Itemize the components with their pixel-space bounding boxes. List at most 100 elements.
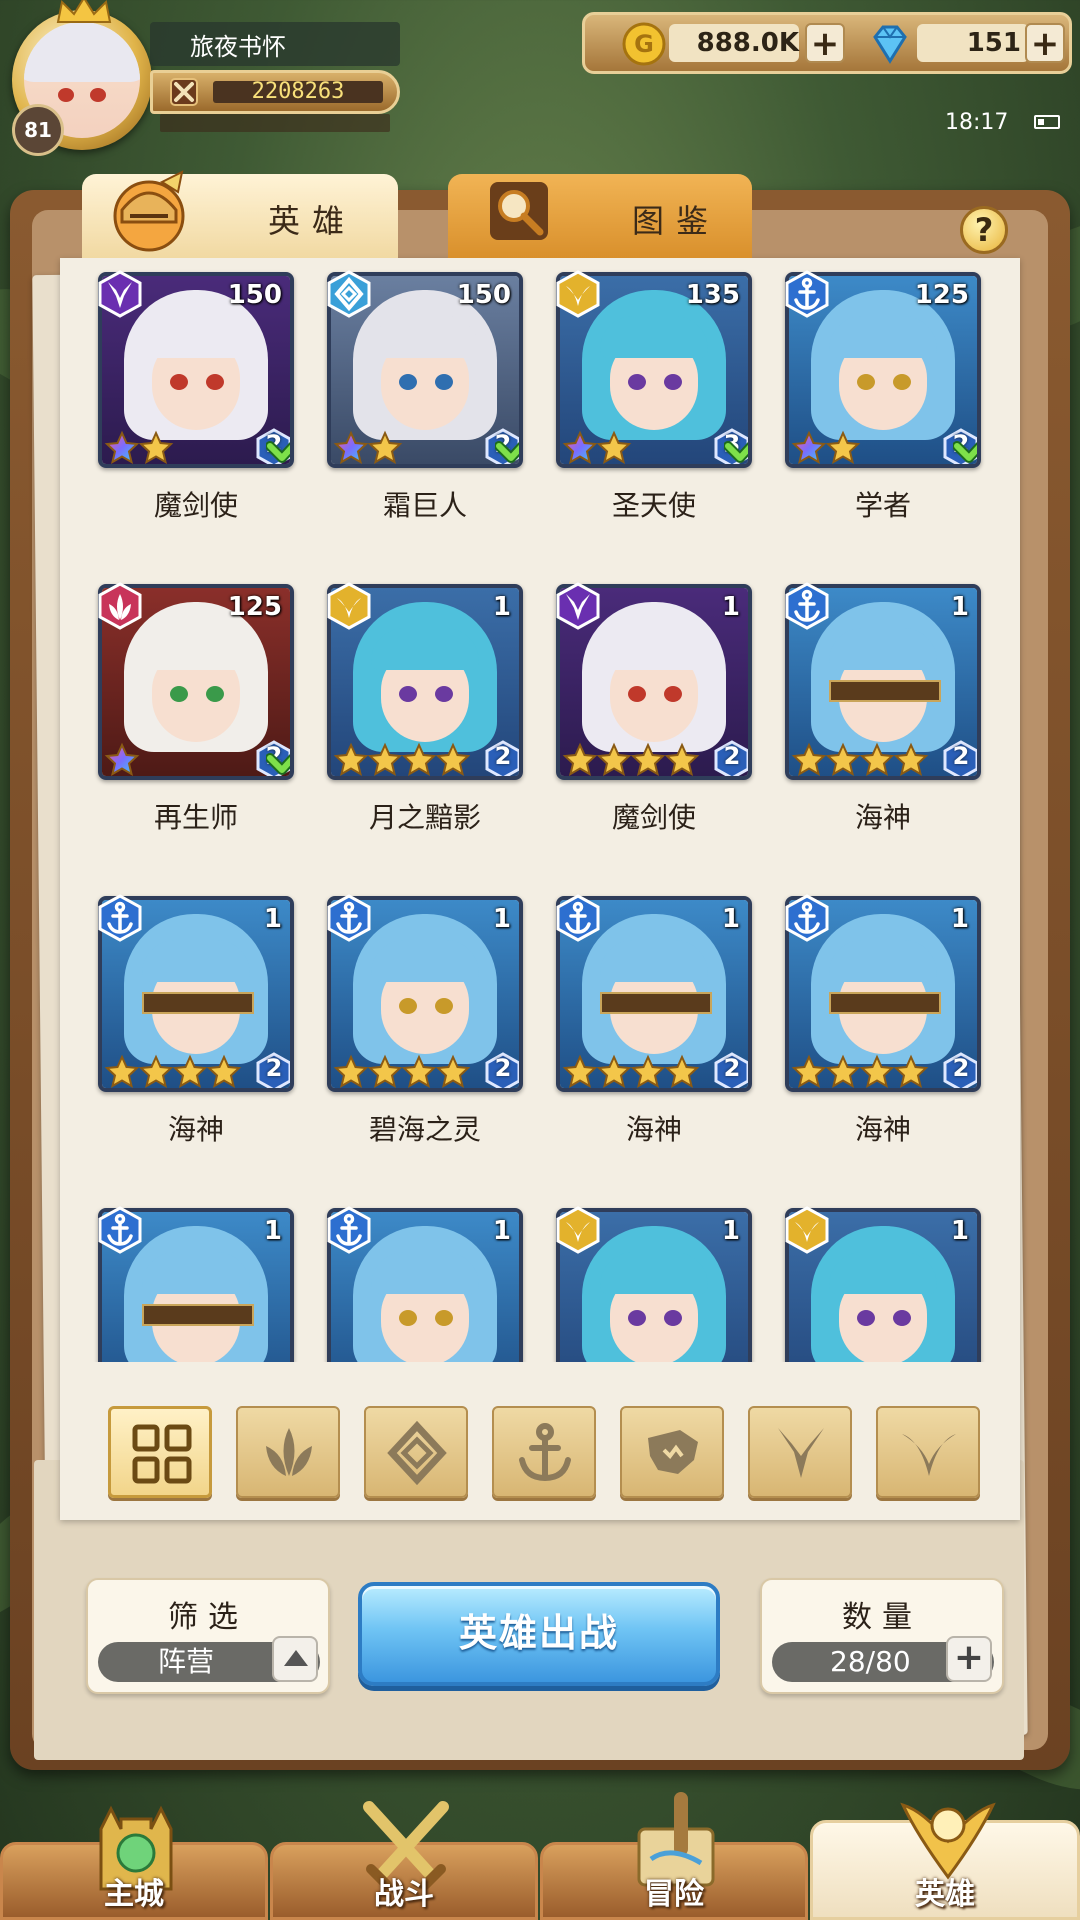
star-icon bbox=[893, 1054, 929, 1088]
hero-card[interactable]: 1 2 魔剑使 bbox=[556, 582, 752, 840]
star-icon bbox=[367, 1054, 403, 1088]
hero-name: 月之黯影 bbox=[368, 801, 481, 834]
anchor-faction-icon bbox=[785, 894, 829, 942]
filter-all-button[interactable] bbox=[108, 1406, 212, 1498]
anchor-faction-icon bbox=[98, 1206, 142, 1254]
star-icon bbox=[206, 1054, 242, 1088]
star-icon bbox=[791, 1054, 827, 1088]
star-icon bbox=[596, 742, 632, 776]
star-icon bbox=[333, 430, 369, 464]
hero-level: 125 bbox=[227, 592, 282, 622]
hero-rank: 2 bbox=[723, 1054, 741, 1082]
holy-faction-icon bbox=[556, 1206, 600, 1254]
nature-faction-icon bbox=[98, 582, 142, 630]
knight-helmet-icon bbox=[113, 170, 185, 252]
filter-beast-button[interactable] bbox=[620, 1406, 724, 1498]
hero-level: 1 bbox=[950, 592, 969, 622]
hero-count-control: 数量 28/80 + bbox=[760, 1578, 1004, 1694]
hero-stars bbox=[791, 430, 861, 464]
nav-heroes[interactable]: 英雄 bbox=[810, 1802, 1080, 1920]
star-icon bbox=[664, 1054, 700, 1088]
hero-card[interactable]: 1 2 碧海之灵 bbox=[327, 894, 523, 1152]
filter-control: 筛选 阵营 bbox=[86, 1578, 330, 1694]
magnifier-icon bbox=[490, 182, 548, 240]
filter-nature-button[interactable] bbox=[236, 1406, 340, 1498]
hero-level: 1 bbox=[263, 904, 282, 934]
hero-card[interactable]: 125 2 学者 bbox=[785, 270, 981, 528]
help-button[interactable]: ? bbox=[960, 206, 1008, 254]
hero-level: 1 bbox=[492, 592, 511, 622]
filter-toggle-button[interactable] bbox=[272, 1636, 318, 1682]
anchor-faction-icon bbox=[556, 894, 600, 942]
tab-heroes[interactable]: 英雄 bbox=[82, 170, 398, 258]
hero-stars bbox=[333, 430, 403, 464]
filter-holy-button[interactable] bbox=[876, 1406, 980, 1498]
hero-card[interactable]: 150 2 魔剑使 bbox=[98, 270, 294, 528]
hero-stars bbox=[104, 430, 174, 464]
checkmark-icon bbox=[495, 441, 519, 463]
nav-main-city[interactable]: 主城 bbox=[0, 1805, 268, 1920]
star-icon bbox=[562, 1054, 598, 1088]
gem-icon bbox=[873, 25, 907, 64]
star-icon bbox=[104, 1054, 140, 1088]
hero-card[interactable]: 1 2 月之黯影 bbox=[327, 582, 523, 840]
hero-rank: 2 bbox=[494, 1054, 512, 1082]
nav-adventure[interactable]: 冒险 bbox=[540, 1792, 808, 1920]
power-display: 2208263 bbox=[150, 70, 400, 114]
hero-level: 1 bbox=[492, 904, 511, 934]
hero-card[interactable]: 1 bbox=[785, 1206, 981, 1362]
hero-level: 1 bbox=[950, 904, 969, 934]
nav-battle[interactable]: 战斗 bbox=[270, 1801, 538, 1920]
star-icon bbox=[138, 1054, 174, 1088]
hero-stars bbox=[562, 742, 700, 776]
status-time: 18:17 bbox=[945, 110, 1009, 135]
hero-name: 碧海之灵 bbox=[368, 1113, 481, 1146]
filter-anchor-button[interactable] bbox=[492, 1406, 596, 1498]
nature-faction-icon bbox=[266, 1428, 312, 1476]
hero-stars bbox=[562, 1054, 700, 1088]
filter-demon-button[interactable] bbox=[748, 1406, 852, 1498]
star-icon bbox=[791, 742, 827, 776]
hero-card[interactable]: 125 2 再生师 bbox=[98, 582, 294, 840]
anchor-faction-icon bbox=[327, 894, 371, 942]
hero-rank: 2 bbox=[265, 1054, 283, 1082]
player-avatar[interactable]: 81 bbox=[2, 0, 162, 160]
anchor-faction-icon bbox=[327, 1206, 371, 1254]
holy-faction-icon bbox=[785, 1206, 829, 1254]
diamond-faction-icon bbox=[327, 270, 371, 318]
anchor-faction-icon bbox=[519, 1423, 571, 1482]
star-icon bbox=[367, 742, 403, 776]
hero-name: 海神 bbox=[167, 1113, 224, 1146]
star-icon bbox=[367, 430, 403, 464]
hero-card[interactable]: 1 bbox=[556, 1206, 752, 1362]
hero-card[interactable]: 1 2 海神 bbox=[785, 582, 981, 840]
hero-card[interactable]: 1 2 海神 bbox=[785, 894, 981, 1152]
hero-name: 圣天使 bbox=[611, 489, 696, 522]
grid-icon bbox=[132, 1424, 192, 1484]
hero-card[interactable]: 1 2 海神 bbox=[98, 894, 294, 1152]
add-gems-button[interactable]: + bbox=[1025, 23, 1065, 63]
hero-stars bbox=[333, 1054, 471, 1088]
tab-codex[interactable]: 图鉴 bbox=[448, 174, 752, 258]
add-gold-button[interactable]: + bbox=[805, 23, 845, 63]
hero-card[interactable]: 1 2 海神 bbox=[556, 894, 752, 1152]
hero-name: 海神 bbox=[854, 801, 911, 834]
hero-card[interactable]: 1 bbox=[98, 1206, 294, 1362]
star-icon bbox=[596, 430, 632, 464]
star-icon bbox=[825, 430, 861, 464]
hero-level: 150 bbox=[456, 280, 511, 310]
currency-bar: G 888.0K + 151 + bbox=[582, 12, 1072, 74]
checkmark-icon bbox=[724, 441, 748, 463]
power-value: 2208263 bbox=[251, 79, 345, 104]
hero-card[interactable]: 1 bbox=[327, 1206, 523, 1362]
hero-card[interactable]: 135 3 圣天使 bbox=[556, 270, 752, 528]
star-icon bbox=[630, 1054, 666, 1088]
expand-capacity-button[interactable]: + bbox=[946, 1636, 992, 1682]
hero-card[interactable]: 150 2 霜巨人 bbox=[327, 270, 523, 528]
crown-icon bbox=[56, 0, 112, 23]
tab-codex-label: 图鉴 bbox=[632, 202, 721, 240]
player-level-badge: 81 bbox=[12, 104, 64, 156]
filter-diamond-button[interactable] bbox=[364, 1406, 468, 1498]
beast-faction-icon bbox=[648, 1430, 698, 1474]
deploy-heroes-button[interactable]: 英雄出战 bbox=[358, 1582, 720, 1686]
